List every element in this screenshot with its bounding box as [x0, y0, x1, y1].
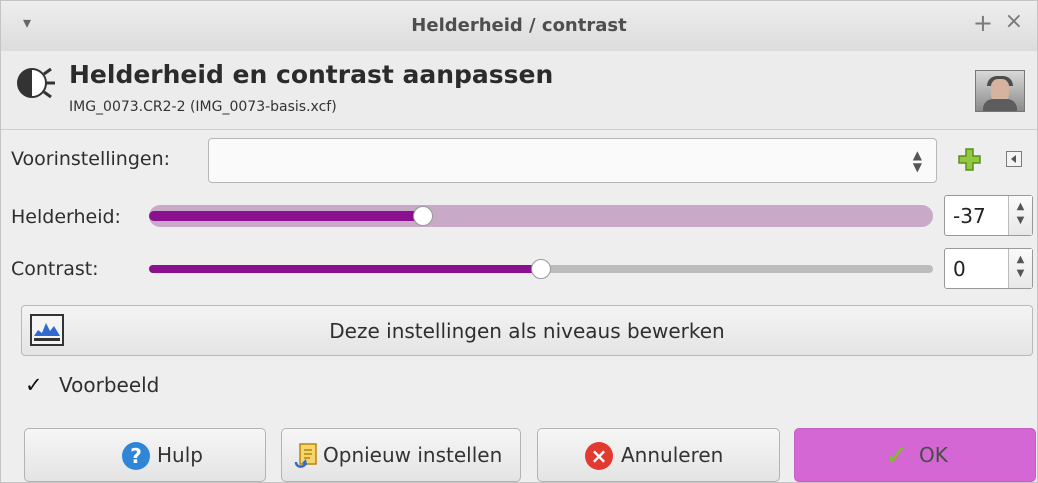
brightness-slider[interactable] — [149, 205, 933, 227]
brightness-contrast-dialog: ▾ Helderheid / contrast + × Helderheid e… — [0, 0, 1038, 483]
preview-checkbox[interactable]: ✓ Voorbeeld — [25, 373, 175, 399]
contrast-slider[interactable] — [149, 259, 933, 279]
edit-as-levels-label: Deze instellingen als niveaus bewerken — [329, 319, 725, 343]
presets-label: Voorinstellingen: — [11, 148, 171, 170]
reset-icon — [294, 443, 317, 468]
reset-button-label: Opnieuw instellen — [323, 443, 503, 467]
combo-arrows-icon: ▲ ▼ — [912, 148, 922, 174]
image-name: IMG_0073.CR2-2 (IMG_0073-basis.xcf) — [69, 99, 337, 115]
brightness-contrast-icon — [17, 67, 55, 99]
reset-button[interactable]: Opnieuw instellen — [281, 428, 521, 482]
brightness-slider-fill — [149, 211, 423, 221]
window-titlebar[interactable]: ▾ Helderheid / contrast + × — [1, 1, 1037, 52]
edit-as-levels-button[interactable]: Deze instellingen als niveaus bewerken — [21, 305, 1033, 356]
window-title: Helderheid / contrast — [411, 15, 627, 36]
dialog-header: Helderheid en contrast aanpassen IMG_007… — [1, 51, 1037, 130]
brightness-spinner-arrows[interactable]: ▲ ▼ — [1008, 196, 1032, 235]
cancel-button[interactable]: × Annuleren — [537, 428, 780, 482]
brightness-label: Helderheid: — [11, 206, 121, 228]
close-icon[interactable]: × — [1005, 9, 1023, 34]
checkmark-icon: ✓ — [25, 373, 43, 397]
brightness-spinbox[interactable]: -37 ▲ ▼ — [944, 195, 1033, 236]
cancel-button-label: Annuleren — [621, 443, 724, 467]
contrast-spinner-arrows[interactable]: ▲ ▼ — [1008, 249, 1032, 288]
contrast-slider-handle[interactable] — [531, 259, 551, 279]
presets-combobox[interactable]: ▲ ▼ — [208, 138, 937, 183]
contrast-slider-fill — [149, 265, 541, 273]
help-icon: ? — [122, 442, 150, 470]
preview-label: Voorbeeld — [59, 373, 160, 397]
help-button-label: Hulp — [157, 443, 203, 467]
preset-menu-icon[interactable] — [1006, 151, 1022, 167]
cancel-icon: × — [585, 442, 613, 470]
brightness-value: -37 — [953, 204, 986, 228]
contrast-value: 0 — [953, 257, 966, 281]
contrast-label: Contrast: — [11, 258, 99, 280]
dialog-heading: Helderheid en contrast aanpassen — [69, 60, 554, 89]
help-button[interactable]: ? Hulp — [24, 428, 266, 482]
ok-button[interactable]: ✓ OK — [794, 428, 1036, 482]
brightness-slider-handle[interactable] — [413, 206, 433, 226]
ok-button-label: OK — [919, 443, 948, 467]
contrast-spinbox[interactable]: 0 ▲ ▼ — [944, 248, 1033, 289]
ok-check-icon: ✓ — [885, 439, 909, 472]
image-thumbnail — [975, 70, 1025, 112]
pin-icon[interactable]: + — [973, 9, 993, 37]
add-preset-icon[interactable] — [957, 147, 982, 172]
